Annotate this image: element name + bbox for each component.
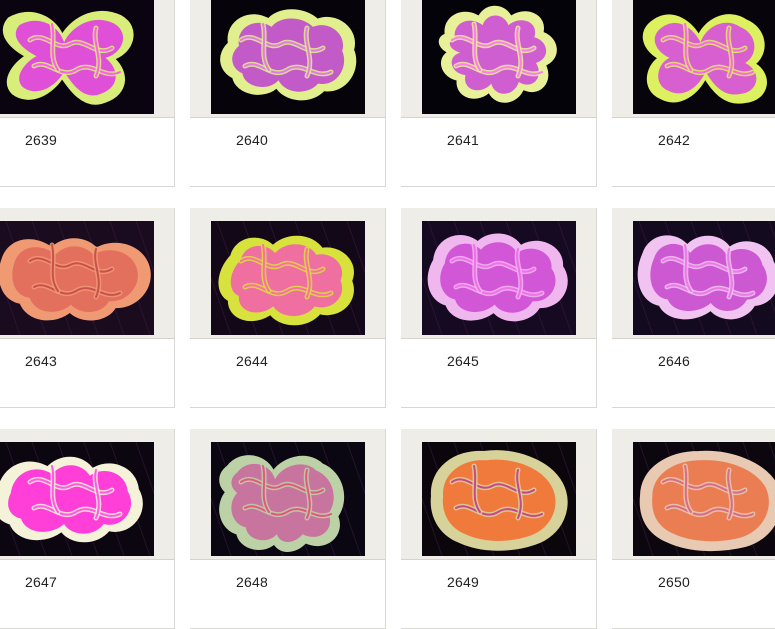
photo-frame — [612, 208, 775, 339]
gallery-item[interactable]: 2647 — [0, 429, 175, 629]
coral-gallery-grid: 2639 2640 2641 2642 2643 2644 2645 2646 2647 2648… — [0, 0, 775, 629]
item-number-label[interactable]: 2646 — [658, 353, 690, 369]
gallery-item[interactable]: 2649 — [401, 429, 597, 629]
item-number-label[interactable]: 2647 — [25, 574, 57, 590]
photo-frame — [0, 0, 174, 118]
item-number-label[interactable]: 2641 — [447, 132, 479, 148]
coral-photo-2640[interactable] — [211, 0, 365, 114]
coral-photo-2643[interactable] — [0, 221, 154, 335]
photo-frame — [0, 429, 174, 560]
gallery-item[interactable]: 2641 — [401, 0, 597, 187]
coral-photo-2650[interactable] — [633, 442, 775, 556]
item-number-label[interactable]: 2648 — [236, 574, 268, 590]
photo-frame — [190, 208, 385, 339]
gallery-item[interactable]: 2650 — [612, 429, 775, 629]
photo-frame — [190, 429, 385, 560]
photo-frame — [401, 208, 596, 339]
photo-frame — [190, 0, 385, 118]
item-number-label[interactable]: 2640 — [236, 132, 268, 148]
coral-photo-2642[interactable] — [633, 0, 775, 114]
coral-photo-2644[interactable] — [211, 221, 365, 335]
photo-frame — [612, 429, 775, 560]
item-number-label[interactable]: 2649 — [447, 574, 479, 590]
gallery-item[interactable]: 2642 — [612, 0, 775, 187]
gallery-item[interactable]: 2645 — [401, 208, 597, 408]
gallery-item[interactable]: 2643 — [0, 208, 175, 408]
gallery-item[interactable]: 2644 — [190, 208, 386, 408]
photo-frame — [401, 0, 596, 118]
item-number-label[interactable]: 2639 — [25, 132, 57, 148]
coral-photo-2639[interactable] — [0, 0, 154, 114]
coral-photo-2641[interactable] — [422, 0, 576, 114]
photo-frame — [0, 208, 174, 339]
gallery-item[interactable]: 2640 — [190, 0, 386, 187]
coral-photo-2645[interactable] — [422, 221, 576, 335]
coral-photo-2648[interactable] — [211, 442, 365, 556]
gallery-item[interactable]: 2639 — [0, 0, 175, 187]
item-number-label[interactable]: 2650 — [658, 574, 690, 590]
item-number-label[interactable]: 2644 — [236, 353, 268, 369]
photo-frame — [612, 0, 775, 118]
coral-photo-2649[interactable] — [422, 442, 576, 556]
item-number-label[interactable]: 2642 — [658, 132, 690, 148]
item-number-label[interactable]: 2643 — [25, 353, 57, 369]
coral-photo-2646[interactable] — [633, 221, 775, 335]
coral-photo-2647[interactable] — [0, 442, 154, 556]
gallery-item[interactable]: 2648 — [190, 429, 386, 629]
item-number-label[interactable]: 2645 — [447, 353, 479, 369]
photo-frame — [401, 429, 596, 560]
gallery-item[interactable]: 2646 — [612, 208, 775, 408]
